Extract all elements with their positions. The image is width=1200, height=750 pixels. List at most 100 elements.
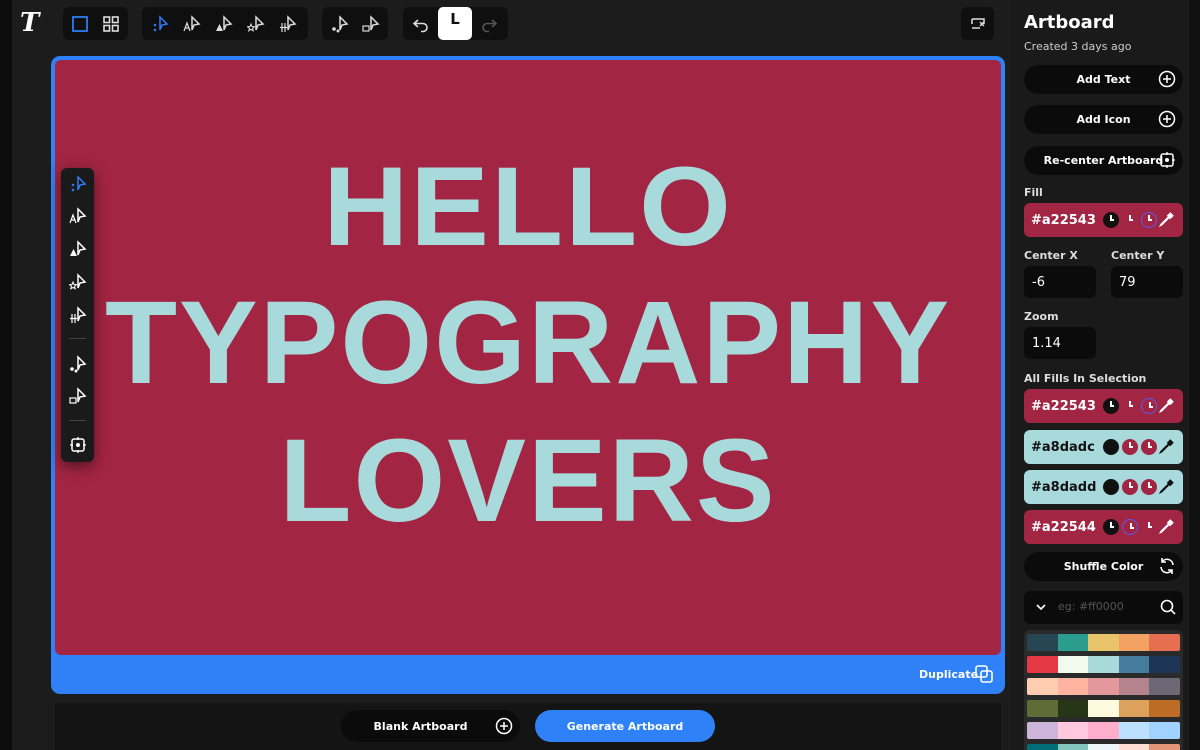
palette-row[interactable] [1027, 744, 1180, 750]
float-tool-frame-button[interactable] [66, 384, 90, 408]
eyedropper-icon[interactable] [1158, 518, 1175, 535]
clock-icon[interactable] [1141, 479, 1157, 495]
clock-icon[interactable] [1103, 519, 1119, 535]
palette-color[interactable] [1027, 678, 1058, 695]
palette-color[interactable] [1149, 744, 1180, 750]
add-icon-button[interactable]: Add Icon [1024, 105, 1183, 134]
center-y-input[interactable]: 79 [1111, 266, 1183, 298]
duplicate-label[interactable]: Duplicate [919, 668, 978, 681]
layout-letter-button[interactable]: L [438, 7, 472, 40]
fill-hex[interactable]: #a22543 [1031, 213, 1103, 228]
palette-color[interactable] [1027, 744, 1058, 750]
blank-artboard-button[interactable]: Blank Artboard [341, 710, 520, 742]
tool-shape-cursor-button[interactable] [209, 10, 239, 37]
palette-color[interactable] [1149, 722, 1180, 739]
float-tool-star-button[interactable] [66, 270, 90, 294]
zoom-input[interactable]: 1.14 [1024, 327, 1096, 359]
add-text-button[interactable]: Add Text [1024, 65, 1183, 94]
palette-color[interactable] [1149, 634, 1180, 651]
generate-artboard-button[interactable]: Generate Artboard [535, 710, 715, 742]
color-search-placeholder[interactable]: eg: #ff0000 [1058, 600, 1124, 613]
float-tool-align-button[interactable] [66, 303, 90, 327]
palette-row[interactable] [1027, 678, 1180, 695]
clock-icon[interactable] [1103, 479, 1119, 495]
palette-color[interactable] [1057, 722, 1089, 739]
tool-sparkle-cursor-button[interactable] [145, 10, 175, 37]
app-logo[interactable]: T [20, 8, 48, 38]
tool-nodes-cursor-button[interactable] [325, 10, 354, 37]
palette-color[interactable] [1057, 700, 1089, 717]
selection-fill-hex[interactable]: #a8dadd [1031, 480, 1103, 495]
clock-icon[interactable] [1103, 398, 1119, 414]
artboard-canvas[interactable]: HELLO TYPOGRAPHY LOVERS [55, 60, 1001, 655]
palette-color[interactable] [1118, 722, 1150, 739]
center-x-input[interactable]: -6 [1024, 266, 1096, 298]
palette-row[interactable] [1027, 634, 1180, 651]
color-search-box[interactable]: eg: #ff0000 [1024, 591, 1183, 624]
clock-icon[interactable] [1141, 439, 1157, 455]
palette-color[interactable] [1057, 744, 1089, 750]
eyedropper-icon[interactable] [1158, 438, 1175, 455]
clock-icon[interactable] [1122, 398, 1138, 414]
palette-color[interactable] [1088, 744, 1119, 750]
palette-color[interactable] [1057, 678, 1089, 695]
selection-fill-hex[interactable]: #a8dadc [1031, 440, 1103, 455]
palette-color[interactable] [1027, 656, 1058, 673]
clock-icon[interactable] [1141, 398, 1157, 414]
palette-color[interactable] [1088, 722, 1119, 739]
clock-icon[interactable] [1103, 212, 1119, 228]
single-select-button[interactable] [66, 10, 95, 37]
selection-fill-hex[interactable]: #a22544 [1031, 520, 1103, 535]
palette-color[interactable] [1118, 678, 1150, 695]
float-tool-text-button[interactable] [66, 204, 90, 228]
panel-scrollbar[interactable] [1189, 0, 1200, 750]
palette-color[interactable] [1027, 700, 1058, 717]
float-tool-nodes-button[interactable] [66, 352, 90, 376]
palette-color[interactable] [1088, 656, 1119, 673]
palette-row[interactable] [1027, 722, 1180, 739]
palette-row[interactable] [1027, 656, 1180, 673]
tool-text-cursor-button[interactable] [177, 10, 207, 37]
eyedropper-icon[interactable] [1158, 478, 1175, 495]
float-tool-shape-button[interactable] [66, 237, 90, 261]
clock-icon[interactable] [1141, 519, 1157, 535]
eyedropper-icon[interactable] [1158, 211, 1175, 228]
search-icon[interactable] [1159, 598, 1177, 616]
selection-fill-swatch[interactable]: #a22543 [1024, 389, 1183, 423]
clock-icon[interactable] [1122, 479, 1138, 495]
selection-fill-swatch[interactable]: #a22544 [1024, 510, 1183, 544]
recenter-artboard-button[interactable]: Re-center Artboard [1024, 146, 1183, 175]
selection-fill-hex[interactable]: #a22543 [1031, 399, 1103, 414]
palette-color[interactable] [1149, 656, 1180, 673]
chevron-down-icon[interactable] [1034, 600, 1048, 614]
redo-button[interactable] [474, 10, 504, 37]
clock-icon[interactable] [1122, 519, 1138, 535]
fill-swatch[interactable]: #a22543 [1024, 203, 1183, 237]
clock-icon[interactable] [1122, 439, 1138, 455]
palette-color[interactable] [1088, 678, 1119, 695]
float-tool-sparkle-button[interactable] [66, 172, 90, 196]
palette-color[interactable] [1057, 656, 1089, 673]
palette-color[interactable] [1088, 700, 1119, 717]
palette-color[interactable] [1088, 634, 1119, 651]
palette-color[interactable] [1118, 656, 1150, 673]
selection-fill-swatch[interactable]: #a8dadc [1024, 430, 1183, 464]
grid-select-button[interactable] [97, 10, 126, 37]
artboard-text-line-2[interactable]: TYPOGRAPHY [55, 284, 1001, 402]
palette-row[interactable] [1027, 700, 1180, 717]
artboard-text-line-3[interactable]: LOVERS [55, 422, 1001, 540]
palette-color[interactable] [1057, 634, 1089, 651]
artboard-text-line-1[interactable]: HELLO [55, 151, 1001, 263]
palette-color[interactable] [1118, 700, 1150, 717]
selection-fill-swatch[interactable]: #a8dadd [1024, 470, 1183, 504]
tool-frame-cursor-button[interactable] [356, 10, 385, 37]
undo-button[interactable] [406, 10, 436, 37]
eyedropper-icon[interactable] [1158, 397, 1175, 414]
palette-color[interactable] [1027, 634, 1058, 651]
palette-color[interactable] [1149, 700, 1180, 717]
palette-color[interactable] [1149, 678, 1180, 695]
tool-star-cursor-button[interactable] [241, 10, 271, 37]
float-tool-recenter-button[interactable] [66, 433, 90, 457]
palette-color[interactable] [1118, 744, 1150, 750]
clock-icon[interactable] [1103, 439, 1119, 455]
